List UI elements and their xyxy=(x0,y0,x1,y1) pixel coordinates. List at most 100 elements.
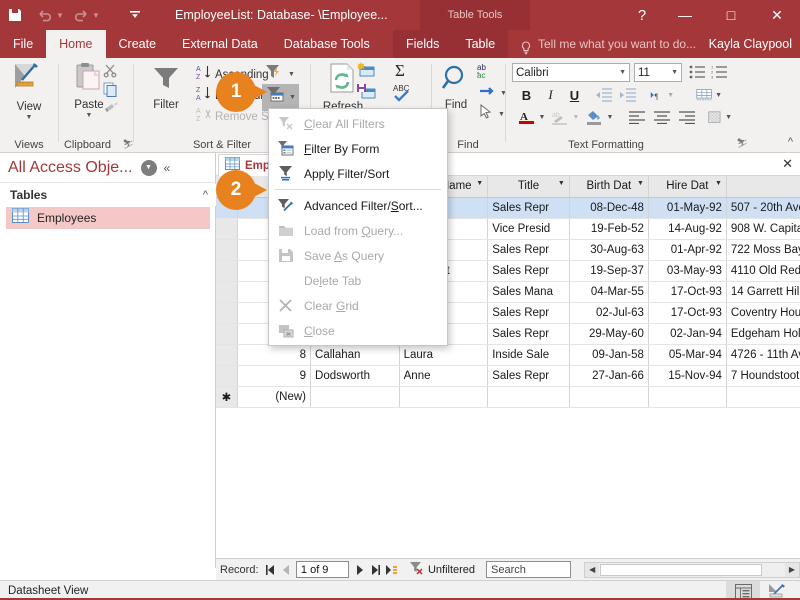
datasheet-format-dropdown-icon[interactable]: ▼ xyxy=(715,92,722,99)
menu-item-delete-tab[interactable]: Delete Tab xyxy=(269,268,447,293)
row-selector[interactable] xyxy=(216,302,238,324)
cell-id-new[interactable]: (New) xyxy=(237,386,312,408)
increase-indent-button[interactable] xyxy=(618,86,638,104)
scroll-left-icon[interactable]: ◀ xyxy=(585,562,600,577)
view-button[interactable]: View ▼ xyxy=(1,60,57,121)
next-record-button[interactable] xyxy=(352,561,365,579)
chevron-down-icon[interactable]: ▼ xyxy=(476,180,483,187)
column-header-address[interactable]: Address xyxy=(726,176,800,198)
format-painter-button[interactable] xyxy=(103,101,119,120)
advanced-button[interactable]: ▼ xyxy=(262,84,299,111)
font-color-button[interactable]: A xyxy=(517,108,536,126)
new-record-button[interactable] xyxy=(356,62,376,83)
cell-hire-date[interactable]: 17-Oct-93 xyxy=(648,281,727,303)
table-row-new[interactable]: ✱ (New) xyxy=(216,386,800,408)
cell-title[interactable]: Sales Repr xyxy=(487,323,570,345)
cell-title[interactable]: Sales Repr xyxy=(487,239,570,261)
cell-birth-date[interactable]: 27-Jan-66 xyxy=(569,365,649,387)
cell-last-name-new[interactable] xyxy=(310,386,400,408)
close-document-icon[interactable]: ✕ xyxy=(782,156,793,172)
menu-item-filter-by-form[interactable]: Filter By Form xyxy=(269,136,447,161)
cell-birth-date[interactable]: 09-Jan-58 xyxy=(569,344,649,366)
cell-title[interactable]: Sales Repr xyxy=(487,302,570,324)
cell-address[interactable]: 4110 Old Redmor xyxy=(726,260,800,282)
cell-birth-date-new[interactable] xyxy=(569,386,649,408)
user-name[interactable]: Kayla Claypool xyxy=(709,30,792,58)
cell-hire-date[interactable]: 14-Aug-92 xyxy=(648,218,727,240)
cell-address[interactable]: 7 Houndstooth R xyxy=(726,365,800,387)
bold-button[interactable]: B xyxy=(518,86,535,104)
cell-birth-date[interactable]: 08-Dec-48 xyxy=(569,197,649,219)
cell-address-new[interactable] xyxy=(726,386,800,408)
cell-title[interactable]: Sales Repr xyxy=(487,365,570,387)
background-color-button[interactable] xyxy=(584,108,604,126)
bullets-button[interactable] xyxy=(688,63,706,81)
cell-first-name[interactable]: Laura xyxy=(399,344,489,366)
gridlines-dropdown-icon[interactable]: ▼ xyxy=(725,114,732,121)
cell-hire-date[interactable]: 05-Mar-94 xyxy=(648,344,727,366)
cell-birth-date[interactable]: 19-Sep-37 xyxy=(569,260,649,282)
sidebar-item-employees[interactable]: Employees xyxy=(6,207,210,229)
alternate-row-color-dropdown-icon[interactable]: ▼ xyxy=(571,108,581,126)
cell-birth-date[interactable]: 04-Mar-55 xyxy=(569,281,649,303)
cell-address[interactable]: Edgeham Hollow xyxy=(726,323,800,345)
menu-item-clear-grid[interactable]: Clear Grid xyxy=(269,293,447,318)
tab-fields[interactable]: Fields xyxy=(393,30,452,58)
chevron-down-icon[interactable]: ▼ xyxy=(715,180,722,187)
menu-item-save-as-query[interactable]: Save As Query xyxy=(269,243,447,268)
view-dropdown-icon[interactable]: ▼ xyxy=(26,114,33,121)
cell-address[interactable]: 4726 - 11th Ave. xyxy=(726,344,800,366)
last-record-button[interactable] xyxy=(369,561,382,579)
font-size-dropdown-icon[interactable]: ▼ xyxy=(671,69,678,76)
align-right-button[interactable] xyxy=(676,108,698,126)
font-size-combo[interactable]: 11 ▼ xyxy=(634,63,682,82)
record-position-input[interactable]: 1 of 9 xyxy=(295,561,350,578)
goto-button[interactable]: ▼ xyxy=(478,84,507,103)
tab-create[interactable]: Create xyxy=(106,30,170,58)
cell-hire-date[interactable]: 01-May-92 xyxy=(648,197,727,219)
cell-address[interactable]: Coventry House xyxy=(726,302,800,324)
tab-home[interactable]: Home xyxy=(46,30,106,58)
redo-dropdown-icon[interactable]: ▼ xyxy=(90,0,102,30)
search-input[interactable]: Search xyxy=(486,561,572,578)
new-record-button[interactable] xyxy=(385,561,398,579)
row-selector[interactable] xyxy=(216,281,238,303)
close-icon[interactable]: ✕ xyxy=(754,0,800,30)
menu-item-load-from-query[interactable]: Load from Query... xyxy=(269,218,447,243)
select-dropdown-icon[interactable]: ▼ xyxy=(498,111,505,118)
new-record-marker[interactable]: ✱ xyxy=(216,386,238,408)
underline-button[interactable]: U xyxy=(566,86,583,104)
cell-birth-date[interactable]: 19-Feb-52 xyxy=(569,218,649,240)
cell-birth-date[interactable]: 30-Aug-63 xyxy=(569,239,649,261)
save-icon[interactable] xyxy=(0,0,30,30)
cell-birth-date[interactable]: 29-May-60 xyxy=(569,323,649,345)
datasheet-format-button[interactable]: ▼ xyxy=(696,86,722,104)
advanced-dropdown-icon[interactable]: ▼ xyxy=(289,94,296,101)
cell-birth-date[interactable]: 02-Jul-63 xyxy=(569,302,649,324)
help-icon[interactable]: ? xyxy=(622,0,662,30)
select-button[interactable]: ▼ xyxy=(478,103,505,124)
cell-hire-date[interactable]: 01-Apr-92 xyxy=(648,239,727,261)
cell-title[interactable]: Vice Presid xyxy=(487,218,570,240)
decrease-indent-button[interactable] xyxy=(594,86,614,104)
gridlines-button[interactable]: ▼ xyxy=(708,108,732,126)
cell-last-name[interactable]: Callahan xyxy=(310,344,400,366)
align-center-button[interactable] xyxy=(651,108,673,126)
copy-button[interactable] xyxy=(103,82,118,102)
tell-me-box[interactable]: Tell me what you want to do... xyxy=(520,30,696,58)
row-selector[interactable] xyxy=(216,344,238,366)
previous-record-button[interactable] xyxy=(280,561,293,579)
maximize-icon[interactable]: □ xyxy=(708,0,754,30)
toggle-filter-button[interactable]: ▼ xyxy=(264,63,295,86)
menu-item-advanced-filter-sort[interactable]: Advanced Filter/Sort... xyxy=(269,193,447,218)
alternate-row-color-button[interactable]: ab xyxy=(550,108,570,126)
cell-title-new[interactable] xyxy=(487,386,570,408)
font-color-dropdown-icon[interactable]: ▼ xyxy=(537,108,547,126)
menu-item-close[interactable]: Close xyxy=(269,318,447,343)
scroll-right-icon[interactable]: ▶ xyxy=(784,562,799,577)
undo-dropdown-icon[interactable]: ▼ xyxy=(54,0,66,30)
cell-hire-date[interactable]: 03-May-93 xyxy=(648,260,727,282)
cell-last-name[interactable]: Dodsworth xyxy=(310,365,400,387)
row-selector[interactable] xyxy=(216,239,238,261)
cell-hire-date[interactable]: 15-Nov-94 xyxy=(648,365,727,387)
